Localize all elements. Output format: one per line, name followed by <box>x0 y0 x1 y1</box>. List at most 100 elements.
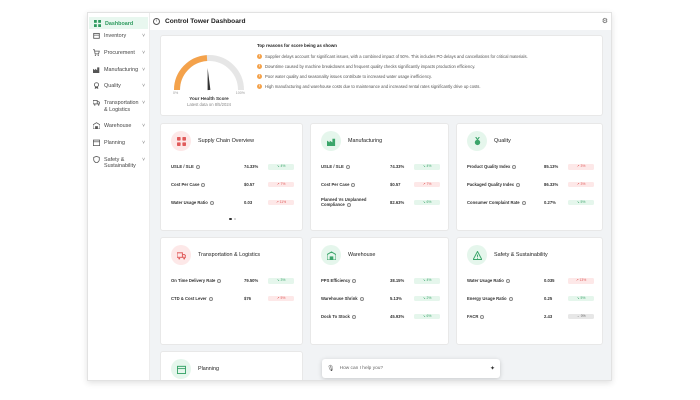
assistant-chat-bar[interactable]: 🎙 How can I help you? ✦ <box>322 359 500 378</box>
reasons-title: Top reasons for score being as shown <box>257 43 337 48</box>
kpi-name-text: Cost Per Case <box>321 182 350 188</box>
page-title: Control Tower Dashboard <box>165 18 246 25</box>
kpi-card-manufacturing[interactable]: Manufacturing USLE / SLE 74.33% ↘ 4% Cost Pe… <box>310 123 449 231</box>
health-score-card: 0% 100% Your Health Score Latest data on… <box>160 35 603 116</box>
reason-text: Poor water quality and seasonality issue… <box>265 73 432 79</box>
sidebar-item-planning[interactable]: Planning ˅ <box>88 139 149 156</box>
kpi-value: 2.43 <box>544 313 553 319</box>
trend-badge: ↘ 6% <box>414 313 440 320</box>
kpi-name-text: Planned Vs Unplanned Compliance <box>321 197 367 208</box>
kpi-name: Warehouse Shrink <box>321 296 390 301</box>
kpi-name-text: USLE / SLE <box>171 164 194 170</box>
info-icon[interactable] <box>521 200 526 205</box>
sidebar-item-label: Procurement <box>104 49 135 56</box>
trend-badge: ↘ 4% <box>268 164 294 170</box>
info-icon[interactable] <box>345 165 350 170</box>
info-icon[interactable] <box>512 165 517 170</box>
badge-icon <box>93 82 100 90</box>
kpi-value: 74.33% <box>390 164 405 170</box>
kpi-card-safety-sustainability[interactable]: Safety & Sustainability Water Usage Ratio… <box>456 237 603 345</box>
sidebar-item-label: Dashboard <box>105 21 134 27</box>
info-icon[interactable] <box>195 165 200 170</box>
sidebar-item-quality[interactable]: Quality ˅ <box>88 82 149 99</box>
pager-dot[interactable] <box>229 217 232 220</box>
sidebar-item-label: Safety & Sustainability <box>104 156 136 170</box>
sidebar-item-safety-sustainability[interactable]: Safety & Sustainability ˅ <box>88 155 149 176</box>
sidebar-item-inventory[interactable]: Inventory ˅ <box>88 32 149 49</box>
kpi-name-text: Consumer Complaint Rate <box>467 199 520 205</box>
trend-badge: ↘ 4% <box>414 278 440 284</box>
gauge-max-label: 100% <box>235 91 245 95</box>
pager-dot[interactable] <box>233 217 236 220</box>
gauge-min-label: 0% <box>173 91 179 95</box>
info-icon[interactable] <box>208 297 213 302</box>
info-icon[interactable] <box>351 183 356 188</box>
microphone-icon[interactable]: 🎙 <box>327 365 335 372</box>
warehouse-icon <box>321 245 341 265</box>
kpi-card-planning[interactable]: Planning <box>160 351 303 380</box>
kpi-card-quality[interactable]: Quality Product Quality Index 85.13% ↗ 3% Pa… <box>456 123 603 231</box>
kpi-row: Packaged Quality Index 86.33% ↗ 3% <box>467 176 594 194</box>
info-icon[interactable] <box>480 314 485 319</box>
info-icon[interactable] <box>352 279 357 284</box>
trend-badge: ↘ 5% <box>568 199 594 206</box>
kpi-name: FACR <box>467 314 544 319</box>
kpi-value: 0.03 <box>244 199 253 205</box>
kpi-name-text: FACR <box>467 313 479 319</box>
sidebar-item-dashboard[interactable]: Dashboard <box>89 17 148 29</box>
trend-badge: ↘ 4% <box>414 164 440 170</box>
kpi-row: USLE / SLE 74.33% ↘ 4% <box>321 158 440 176</box>
kpi-name-text: Dock To Stock <box>321 313 350 319</box>
sidebar: Dashboard Inventory ˅ Procurement ˅ Manufactu… <box>88 13 150 380</box>
kpi-card-supply-chain-overview[interactable]: Supply Chain Overview USLE / SLE 74.33% ↘ 4… <box>160 123 303 231</box>
kpi-name: Cost Per Case <box>321 182 390 187</box>
kpi-name-text: Product Quality Index <box>467 164 511 170</box>
sidebar-item-manufacturing[interactable]: Manufacturing ˅ <box>88 66 149 83</box>
sparkle-icon[interactable]: ✦ <box>490 365 495 372</box>
chevron-down-icon <box>139 20 144 21</box>
trend-badge: ↗ 5% <box>268 295 294 302</box>
info-icon[interactable] <box>351 314 356 319</box>
kpi-name-text: CTD & Cost Lever <box>171 296 207 302</box>
carousel-pager[interactable] <box>229 217 236 220</box>
sidebar-item-procurement[interactable]: Procurement ˅ <box>88 49 149 66</box>
kpi-name-text: PPS Efficiency <box>321 278 351 284</box>
info-icon[interactable] <box>505 279 510 284</box>
trend-badge: ↗ 11% <box>268 199 294 206</box>
trend-badge: ↘ 5% <box>568 295 594 302</box>
warehouse-icon <box>93 122 100 130</box>
kpi-rows: Product Quality Index 85.13% ↗ 3% Packaged … <box>467 158 594 211</box>
gear-icon[interactable]: ⚙ <box>602 17 608 25</box>
calendar-icon <box>171 359 191 379</box>
info-icon[interactable] <box>359 297 364 302</box>
reason-item: ! High manufacturing and warehouse costs … <box>257 81 597 91</box>
kpi-value: 82.63% <box>390 199 405 205</box>
chat-input[interactable]: How can I help you? <box>340 366 490 371</box>
shield-icon <box>93 155 100 163</box>
sidebar-item-transportation-logistics[interactable]: Transportation & Logistics ˅ <box>88 99 149 122</box>
info-icon[interactable] <box>346 203 351 208</box>
info-icon[interactable] <box>217 279 222 284</box>
reason-item: ! Poor water quality and seasonality issu… <box>257 72 597 82</box>
info-icon[interactable] <box>201 183 206 188</box>
info-icon[interactable] <box>209 200 214 205</box>
kpi-card-transportation-logistics[interactable]: Transportation & Logistics On Time Delive… <box>160 237 303 345</box>
collapse-sidebar-icon[interactable]: ‹ <box>153 18 160 25</box>
kpi-value: 5.13% <box>390 296 402 302</box>
trend-badge: ↗ 3% <box>568 181 594 188</box>
info-icon[interactable] <box>516 183 521 188</box>
sidebar-item-warehouse[interactable]: Warehouse ˅ <box>88 122 149 139</box>
kpi-value: 0.25 <box>544 296 553 302</box>
medal-icon <box>467 131 487 151</box>
warning-icon <box>467 245 487 265</box>
kpi-card-warehouse[interactable]: Warehouse PPS Efficiency 38.15% ↘ 4% Warehou… <box>310 237 449 345</box>
sidebar-item-label: Inventory <box>104 33 127 39</box>
kpi-card-title: Warehouse <box>348 252 376 258</box>
health-score-label: Your Health Score <box>189 96 229 101</box>
chevron-down-icon: ˅ <box>142 139 145 146</box>
info-icon[interactable] <box>508 297 513 302</box>
health-gauge: 0% 100% Your Health Score Latest data on… <box>169 44 249 112</box>
kpi-row: Planned Vs Unplanned Compliance 82.63% ↘ 6… <box>321 194 440 212</box>
kpi-name-text: Water Usage Ratio <box>467 278 504 284</box>
kpi-value: 45.93% <box>390 313 405 319</box>
